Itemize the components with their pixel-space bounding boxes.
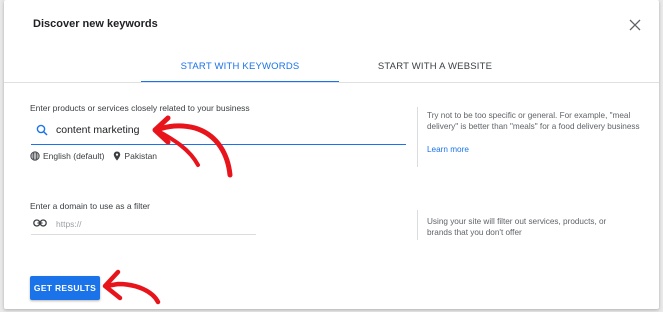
tab-bar: START WITH KEYWORDS START WITH A WEBSITE — [141, 56, 531, 83]
language-label: English (default) — [43, 151, 105, 161]
location-pin-icon — [114, 151, 121, 161]
keywords-hint-divider — [417, 107, 418, 167]
keyword-search-input[interactable]: content marketing — [31, 118, 406, 145]
close-button[interactable] — [624, 14, 646, 36]
location-label: Pakistan — [124, 151, 158, 161]
keyword-search-value: content marketing — [56, 124, 140, 136]
domain-filter-input[interactable]: https:// — [31, 214, 256, 235]
domain-placeholder: https:// — [56, 219, 82, 229]
dialog-title: Discover new keywords — [33, 18, 158, 30]
tab-start-with-website[interactable]: START WITH A WEBSITE — [339, 56, 531, 81]
location-selector[interactable]: Pakistan — [113, 151, 157, 161]
tab-divider — [4, 82, 659, 83]
discover-keywords-dialog: Discover new keywords START WITH KEYWORD… — [4, 0, 659, 309]
close-icon — [629, 19, 641, 31]
keywords-label: Enter products or services closely relat… — [30, 103, 250, 113]
keywords-hint: Try not to be too specific or general. F… — [427, 111, 640, 131]
domain-filter-label: Enter a domain to use as a filter — [30, 201, 151, 211]
link-icon — [33, 219, 47, 227]
learn-more-link[interactable]: Learn more — [427, 145, 469, 154]
get-results-button[interactable]: GET RESULTS — [30, 276, 100, 300]
tab-start-with-keywords[interactable]: START WITH KEYWORDS — [141, 56, 339, 83]
domain-hint-divider — [417, 210, 418, 240]
globe-icon — [30, 151, 40, 161]
targeting-row: English (default) Pakistan — [30, 150, 166, 162]
domain-hint: Using your site will filter out services… — [427, 217, 607, 237]
language-selector[interactable]: English (default) — [30, 151, 104, 161]
search-icon — [36, 124, 48, 136]
